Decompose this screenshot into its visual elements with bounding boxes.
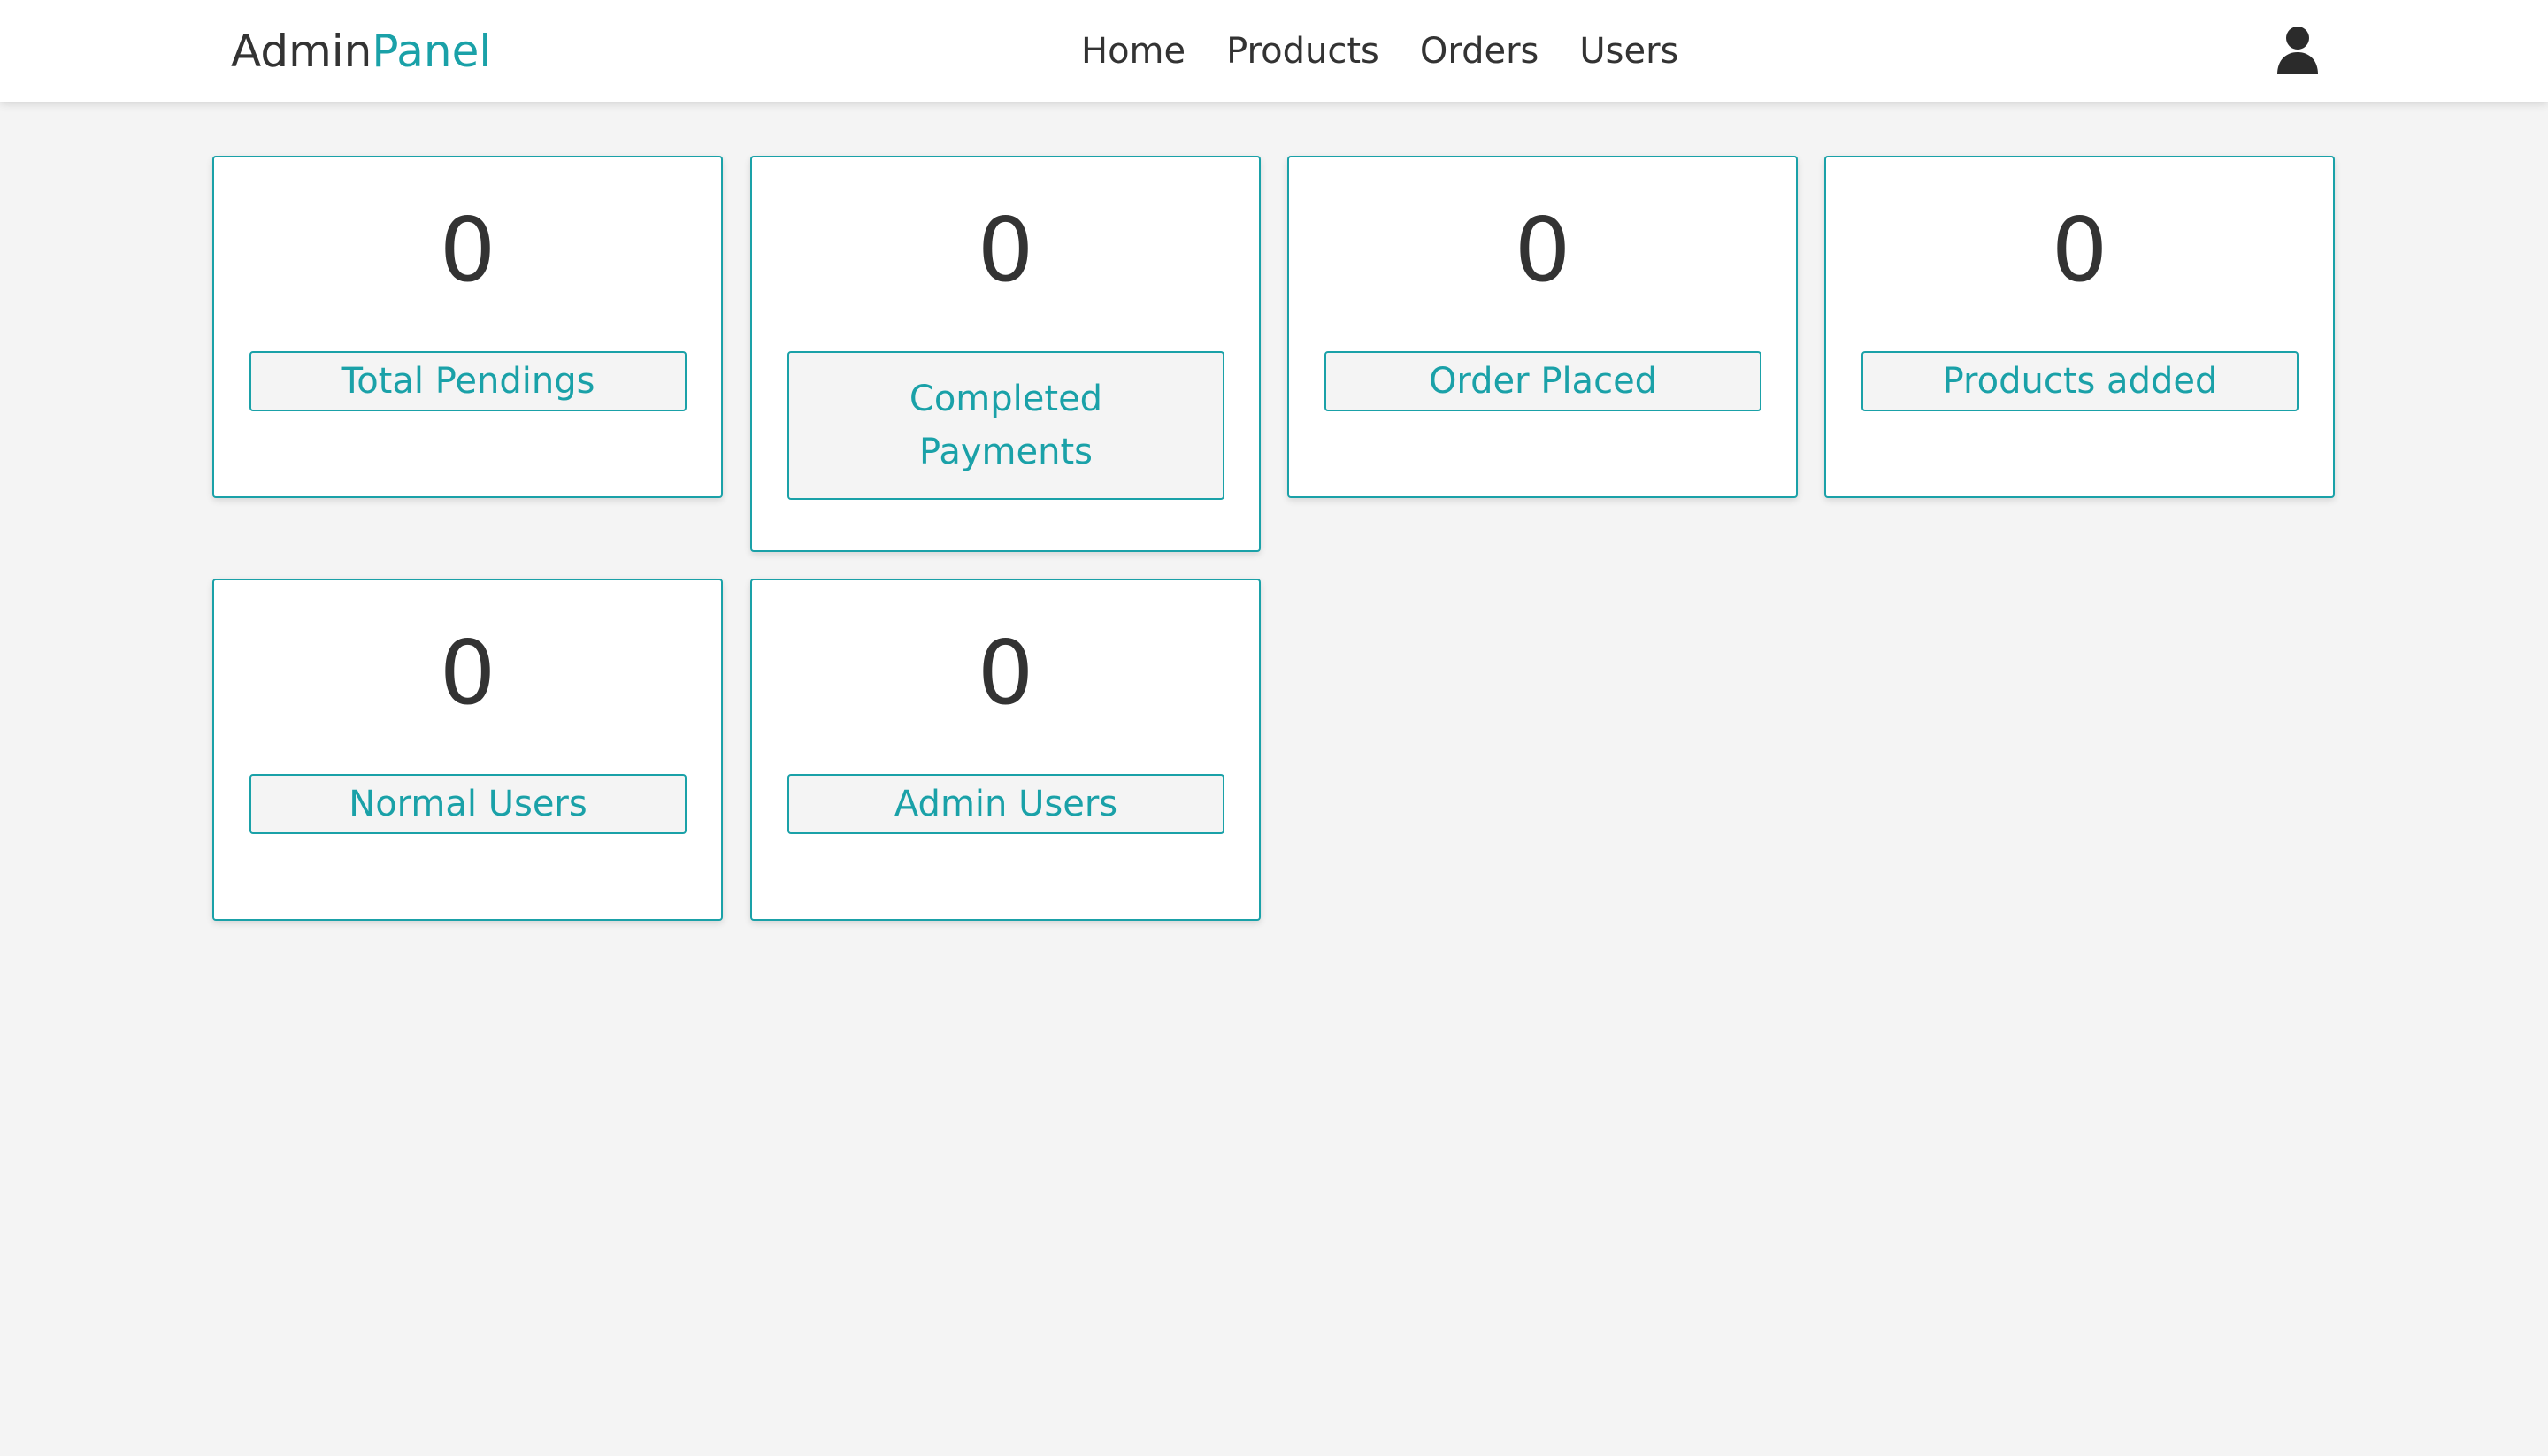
stat-label-button[interactable]: Admin Users	[787, 774, 1224, 834]
nav-home[interactable]: Home	[1081, 31, 1186, 72]
stat-value: 0	[1514, 198, 1571, 302]
logo-text-admin: Admin	[231, 26, 372, 77]
stat-card-normal-users: 0 Normal Users	[212, 579, 723, 921]
stat-card-order-placed: 0 Order Placed	[1287, 156, 1798, 498]
stat-label-button[interactable]: Total Pendings	[249, 351, 687, 411]
user-icon[interactable]	[2276, 25, 2320, 74]
nav-products[interactable]: Products	[1226, 31, 1379, 72]
stat-card-total-pendings: 0 Total Pendings	[212, 156, 723, 498]
stat-card-admin-users: 0 Admin Users	[750, 579, 1261, 921]
stat-value: 0	[977, 621, 1034, 724]
stat-card-products-added: 0 Products added	[1824, 156, 2335, 498]
top-navbar: AdminPanel Home Products Orders Users	[0, 0, 2548, 102]
logo[interactable]: AdminPanel	[231, 25, 491, 78]
stat-value: 0	[439, 198, 496, 302]
stat-card-completed-payments: 0 Completed Payments	[750, 156, 1261, 552]
stat-label-button[interactable]: Products added	[1861, 351, 2299, 411]
nav-orders[interactable]: Orders	[1420, 31, 1539, 72]
nav-users[interactable]: Users	[1579, 31, 1678, 72]
logo-text-panel: Panel	[372, 26, 492, 77]
stat-label-button[interactable]: Order Placed	[1324, 351, 1761, 411]
stat-label-button[interactable]: Normal Users	[249, 774, 687, 834]
stat-label-button[interactable]: Completed Payments	[787, 351, 1224, 500]
stat-value: 0	[439, 621, 496, 724]
main-nav: Home Products Orders Users	[1081, 25, 1719, 78]
stat-value: 0	[977, 198, 1034, 302]
stat-value: 0	[2051, 198, 2108, 302]
